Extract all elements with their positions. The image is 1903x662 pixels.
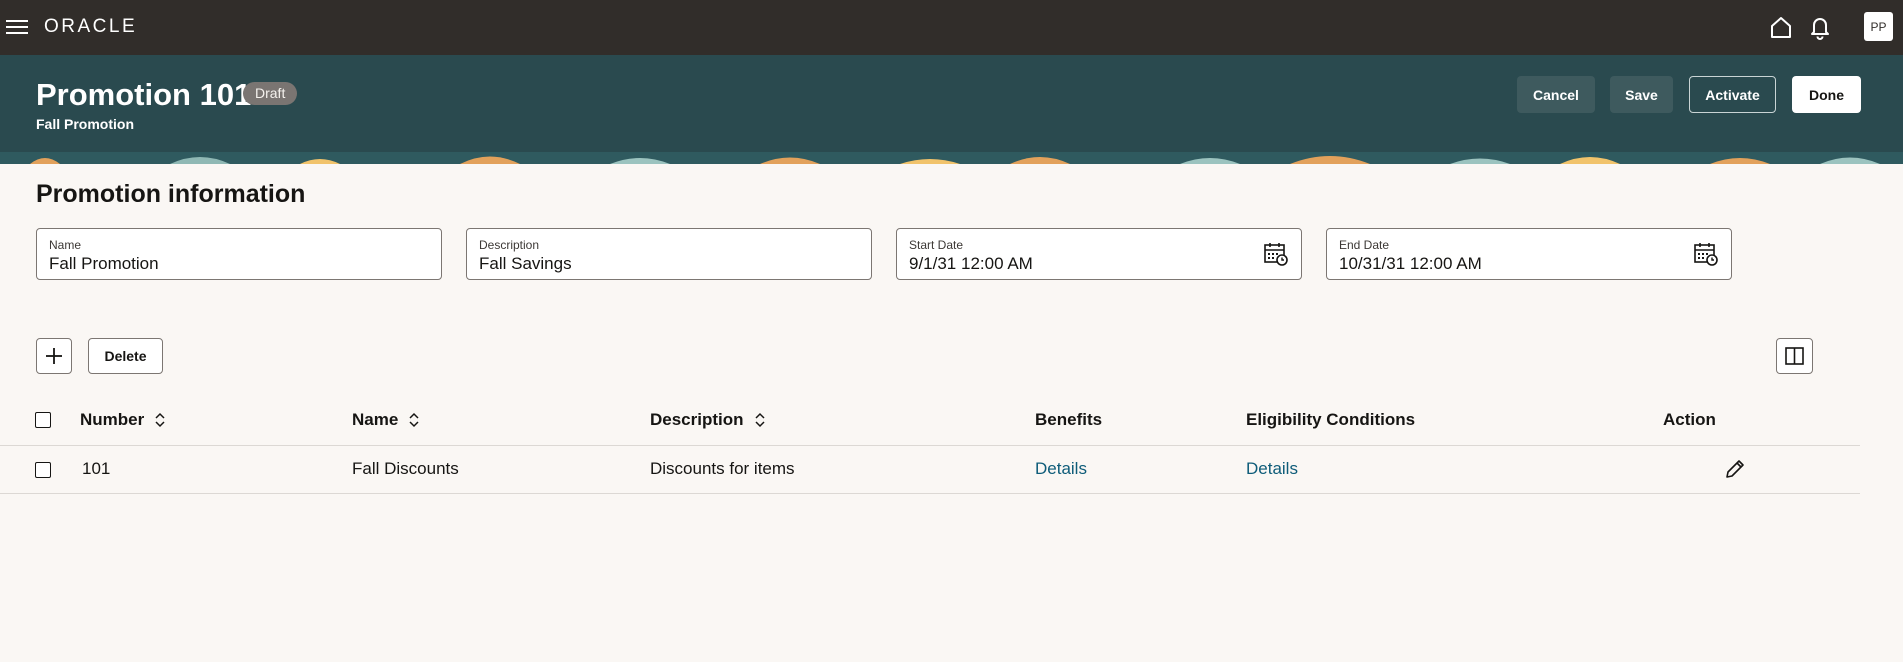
row-description: Discounts for items [650,459,795,478]
top-bar: ORACLE PP [0,0,1903,55]
calendar-icon[interactable] [1263,241,1289,267]
column-header-description[interactable]: Description [650,410,766,430]
row-number: 101 [82,459,111,478]
start-date-label: Start Date [909,238,964,252]
home-icon[interactable] [1767,13,1795,41]
column-action-label: Action [1663,410,1716,429]
column-benefits-label: Benefits [1035,410,1103,429]
status-badge: Draft [243,82,298,105]
description-field[interactable]: Description Fall Savings [466,228,872,280]
description-label: Description [479,238,540,252]
activate-button[interactable]: Activate [1689,76,1776,113]
menu-icon[interactable] [6,16,28,38]
column-name-label: Name [352,410,399,429]
benefits-details-link[interactable]: Details [1035,459,1087,479]
page-title: Promotion 101 [36,77,252,112]
name-value[interactable]: Fall Promotion [49,254,159,274]
end-date-field[interactable]: End Date 10/31/31 12:00 AM [1326,228,1732,280]
eligibility-details-link[interactable]: Details [1246,459,1298,479]
column-number-label: Number [80,410,145,429]
calendar-icon[interactable] [1693,241,1719,267]
sort-icon[interactable] [154,412,166,428]
end-date-value[interactable]: 10/31/31 12:00 AM [1339,254,1482,274]
column-header-name[interactable]: Name [352,410,420,430]
cancel-button[interactable]: Cancel [1517,76,1595,113]
column-header-action: Action [1663,410,1716,430]
select-all-checkbox[interactable] [35,412,51,428]
row-divider [0,493,1860,494]
header-divider [0,445,1860,446]
column-eligibility-label: Eligibility Conditions [1246,410,1416,429]
column-header-benefits: Benefits [1035,410,1102,430]
brand-logo[interactable]: ORACLE [44,16,137,38]
bell-icon[interactable] [1806,13,1834,41]
description-value[interactable]: Fall Savings [479,254,572,274]
start-date-value[interactable]: 9/1/31 12:00 AM [909,254,1033,274]
end-date-label: End Date [1339,238,1390,252]
name-label: Name [49,238,82,252]
save-button[interactable]: Save [1610,76,1673,113]
sort-icon[interactable] [754,412,766,428]
decorative-banner [0,152,1903,164]
start-date-field[interactable]: Start Date 9/1/31 12:00 AM [896,228,1302,280]
section-title: Promotion information [36,180,306,208]
done-button[interactable]: Done [1792,76,1861,113]
detach-panel-button[interactable] [1776,338,1813,374]
plus-icon [46,348,62,364]
row-name: Fall Discounts [352,459,459,478]
panel-icon [1785,347,1804,365]
avatar[interactable]: PP [1864,12,1893,41]
page-header: Promotion 101 Draft Fall Promotion Cance… [0,55,1903,152]
column-description-label: Description [650,410,744,429]
add-row-button[interactable] [36,338,72,374]
column-header-eligibility: Eligibility Conditions [1246,410,1415,430]
delete-button[interactable]: Delete [88,338,163,374]
name-field[interactable]: Name Fall Promotion [36,228,442,280]
sort-icon[interactable] [408,412,420,428]
page-subtitle: Fall Promotion [36,116,134,132]
column-header-number[interactable]: Number [80,410,166,430]
pencil-icon[interactable] [1724,458,1746,480]
row-checkbox[interactable] [35,462,51,478]
